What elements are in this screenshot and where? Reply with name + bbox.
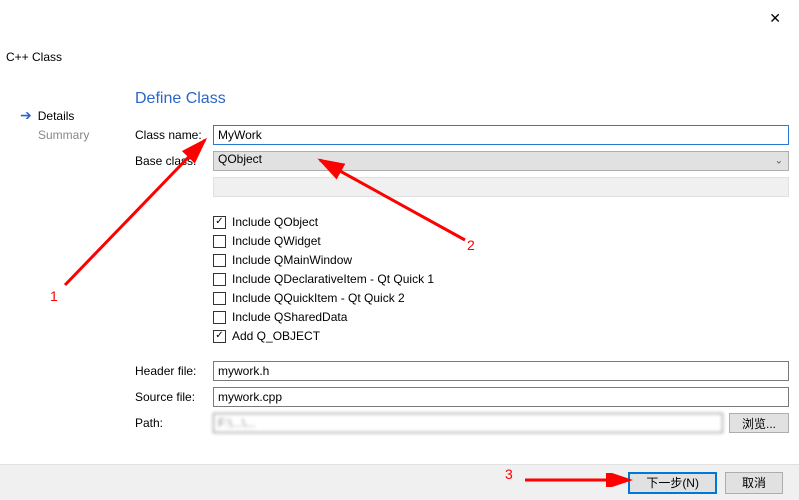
checkbox-include-qquickitem[interactable]: Include QQuickItem - Qt Quick 2 — [213, 291, 789, 305]
checkbox-icon[interactable] — [213, 292, 226, 305]
custom-base-placeholder — [213, 177, 789, 197]
class-name-input[interactable] — [213, 125, 789, 145]
checkbox-label: Include QObject — [232, 215, 318, 229]
custom-base-row — [135, 177, 789, 197]
checkbox-label: Include QSharedData — [232, 310, 347, 324]
base-class-row: Base class: QObject ⌄ — [135, 151, 789, 171]
checkbox-icon[interactable] — [213, 235, 226, 248]
source-file-input[interactable] — [213, 387, 789, 407]
checkbox-label: Include QDeclarativeItem - Qt Quick 1 — [232, 272, 434, 286]
sidebar-item-summary[interactable]: Summary — [20, 126, 110, 144]
checkbox-include-qmainwindow[interactable]: Include QMainWindow — [213, 253, 789, 267]
checkbox-include-qshareddata[interactable]: Include QSharedData — [213, 310, 789, 324]
checkbox-icon[interactable] — [213, 311, 226, 324]
header-file-label: Header file: — [135, 364, 213, 378]
checkbox-icon[interactable] — [213, 216, 226, 229]
checkbox-icon[interactable] — [213, 254, 226, 267]
checkbox-icon[interactable] — [213, 273, 226, 286]
checkbox-label: Include QWidget — [232, 234, 321, 248]
checkbox-icon[interactable] — [213, 330, 226, 343]
path-input[interactable] — [213, 413, 723, 433]
cancel-button[interactable]: 取消 — [725, 472, 783, 494]
path-row: Path: 浏览... — [135, 413, 789, 433]
checkbox-label: Include QMainWindow — [232, 253, 352, 267]
source-file-row: Source file: — [135, 387, 789, 407]
sidebar-item-label: Summary — [38, 128, 89, 142]
checkbox-include-qobject[interactable]: Include QObject — [213, 215, 789, 229]
checkbox-label: Include QQuickItem - Qt Quick 2 — [232, 291, 405, 305]
browse-button[interactable]: 浏览... — [729, 413, 789, 433]
class-name-label: Class name: — [135, 128, 213, 142]
include-options-group: Include QObject Include QWidget Include … — [213, 215, 789, 343]
footer: 下一步(N) 取消 — [0, 464, 799, 500]
page-heading: Define Class — [135, 90, 226, 108]
arrow-right-icon: ➔ — [20, 107, 32, 124]
sidebar: ➔ Details Summary — [20, 105, 110, 144]
path-label: Path: — [135, 416, 213, 430]
next-button[interactable]: 下一步(N) — [628, 472, 717, 494]
base-class-select[interactable]: QObject — [213, 151, 789, 171]
class-name-row: Class name: — [135, 125, 789, 145]
checkbox-add-qobject[interactable]: Add Q_OBJECT — [213, 329, 789, 343]
checkbox-include-qwidget[interactable]: Include QWidget — [213, 234, 789, 248]
sidebar-item-details[interactable]: ➔ Details — [20, 105, 110, 126]
header-file-row: Header file: — [135, 361, 789, 381]
sidebar-item-label: Details — [38, 109, 75, 123]
base-class-label: Base class: — [135, 154, 213, 168]
source-file-label: Source file: — [135, 390, 213, 404]
checkbox-include-qdeclarativeitem[interactable]: Include QDeclarativeItem - Qt Quick 1 — [213, 272, 789, 286]
form-area: Class name: Base class: QObject ⌄ Includ… — [135, 125, 789, 439]
header-file-input[interactable] — [213, 361, 789, 381]
checkbox-label: Add Q_OBJECT — [232, 329, 320, 343]
wizard-title: C++ Class — [6, 50, 62, 64]
annotation-label-1: 1 — [50, 288, 58, 304]
close-icon[interactable]: ✕ — [769, 10, 781, 27]
